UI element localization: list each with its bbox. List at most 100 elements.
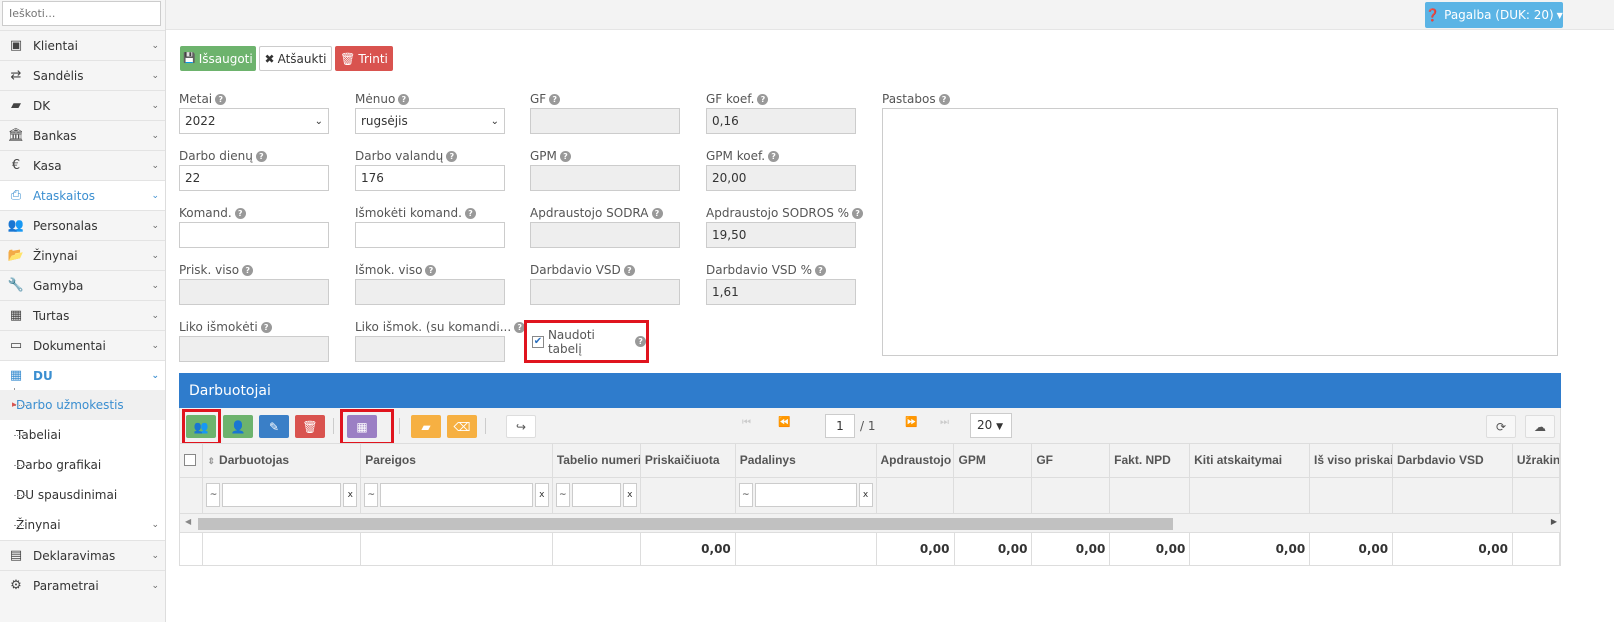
folder-open-icon: 📂: [7, 248, 25, 263]
column-header[interactable]: ⇕ Darbuotojas: [202, 444, 362, 478]
sidebar-subitem[interactable]: Žinynai ⌄: [0, 510, 165, 540]
filter-operator[interactable]: ~: [738, 483, 753, 508]
column-header[interactable]: Padalinys: [735, 444, 877, 478]
add-employee-button[interactable]: 👤: [223, 415, 253, 438]
column-header[interactable]: Užrakinta: [1512, 444, 1561, 478]
delete-row-button[interactable]: 🗑: [295, 415, 325, 438]
sidebar-item-turtas[interactable]: ▦ Turtas ⌄: [0, 300, 165, 330]
sidebar-item-du[interactable]: ▦ DU ⌄: [0, 360, 165, 390]
column-header[interactable]: Fakt. NPD: [1109, 444, 1191, 478]
delete-button[interactable]: 🗑 Trinti: [335, 46, 393, 71]
filter-cell: [180, 477, 204, 513]
use-timesheet-checkbox[interactable]: ✔ Naudoti tabelį?: [524, 320, 649, 363]
column-header[interactable]: Iš viso priskaičiuota: [1309, 444, 1393, 478]
filter-input[interactable]: [571, 483, 621, 508]
sidebar-subitem[interactable]: Darbo grafikai: [0, 450, 165, 480]
sidebar-item-dokumentai[interactable]: ▭ Dokumentai ⌄: [0, 330, 165, 360]
clear-filter-icon[interactable]: x: [858, 483, 873, 508]
chevron-down-icon: ⌄: [151, 310, 159, 321]
chevron-down-icon: ⌄: [151, 520, 159, 530]
page-input[interactable]: 1: [825, 414, 855, 438]
last-page-icon[interactable]: ⏭: [940, 417, 949, 428]
sidebar-subitem[interactable]: Tabeliai: [0, 420, 165, 450]
column-header[interactable]: Apdraustojo: [876, 444, 955, 478]
filter-cell: [1512, 477, 1561, 513]
sidebar-item-kasa[interactable]: € Kasa ⌄: [0, 150, 165, 180]
sidebar-item-sand-lis[interactable]: ⇄ Sandėlis ⌄: [0, 60, 165, 90]
sidebar-subitem[interactable]: ▸ Darbo užmokestis: [0, 390, 165, 420]
download-button[interactable]: ☁: [1525, 415, 1555, 438]
scroll-left-icon[interactable]: ◀: [185, 517, 191, 526]
sidebar-subitem[interactable]: DU spausdinimai: [0, 480, 165, 510]
share-button[interactable]: ↪: [506, 415, 536, 438]
chevron-down-icon: ⌄: [151, 580, 159, 591]
column-header[interactable]: Pareigos: [360, 444, 553, 478]
sidebar-item-klientai[interactable]: ▣ Klientai ⌄: [0, 30, 165, 60]
sidebar-item-dk[interactable]: ▰ DK ⌄: [0, 90, 165, 120]
help-icon: ?: [464, 208, 476, 219]
book-button[interactable]: ▰: [411, 415, 441, 438]
total-cell: 0,00: [640, 533, 736, 565]
filter-operator[interactable]: ~: [206, 483, 221, 508]
field-label: GPM?: [530, 149, 571, 163]
sidebar-item-personalas[interactable]: 👥 Personalas ⌄: [0, 210, 165, 240]
eraser-button[interactable]: ⌫: [447, 415, 477, 438]
highlight-box: [182, 409, 221, 445]
column-header[interactable]: Kiti atskaitymai: [1189, 444, 1310, 478]
select-field[interactable]: 2022 ⌄: [179, 108, 329, 134]
clear-filter-icon[interactable]: x: [534, 483, 549, 508]
filter-operator[interactable]: ~: [364, 483, 379, 508]
prev-page-icon[interactable]: ⏪: [778, 417, 790, 428]
cancel-button[interactable]: ✖ Atšaukti: [259, 46, 332, 71]
sidebar-item-deklaravimas[interactable]: ▤ Deklaravimas ⌄: [0, 540, 165, 570]
inbox-icon: ▭: [9, 338, 23, 353]
column-header[interactable]: [180, 444, 204, 478]
sidebar-item-ataskaitos[interactable]: ⎙ Ataskaitos ⌄: [0, 180, 165, 210]
clear-filter-icon[interactable]: x: [343, 483, 358, 508]
first-page-icon[interactable]: ⏮: [742, 417, 751, 428]
clear-filter-icon[interactable]: x: [622, 483, 637, 508]
wrench-icon: 🔧: [7, 278, 25, 293]
notes-textarea[interactable]: [882, 108, 1558, 356]
chevron-down-icon: ⌄: [151, 550, 159, 561]
column-header[interactable]: Darbdavio VSD: [1392, 444, 1513, 478]
page-size-select[interactable]: 20 ▼: [970, 413, 1012, 438]
input-field[interactable]: 22: [179, 165, 329, 191]
chevron-down-icon: ⌄: [151, 190, 159, 201]
field-label: Liko išmokėti?: [179, 320, 272, 334]
edit-button[interactable]: ✎: [259, 415, 289, 438]
input-field[interactable]: 176: [355, 165, 505, 191]
book-icon: ▰: [11, 98, 21, 113]
horizontal-scrollbar[interactable]: ◀ ▶: [180, 513, 1560, 533]
select-all-checkbox[interactable]: [184, 454, 196, 467]
pencil-icon: ✎: [268, 419, 280, 434]
next-page-icon[interactable]: ⏩: [905, 417, 917, 428]
sidebar-item-bankas[interactable]: 🏛 Bankas ⌄: [0, 120, 165, 150]
filter-cell: [876, 477, 955, 513]
sidebar-item--inynai[interactable]: 📂 Žinynai ⌄: [0, 240, 165, 270]
filter-input[interactable]: [754, 483, 857, 508]
input-field[interactable]: [355, 222, 505, 248]
filter-input[interactable]: [222, 483, 342, 508]
column-header[interactable]: Priskaičiuota: [640, 444, 736, 478]
help-button[interactable]: ❓ Pagalba (DUK: 20) ▼: [1425, 2, 1563, 28]
refresh-button[interactable]: ⟳: [1486, 415, 1516, 438]
grid-toolbar: 👥 👤 ✎ 🗑 ▦ ▰ ⌫ ↪ ⏮ ⏪ 1 / 1 ⏩ ⏭ 20 ▼ ⟳ ☁: [179, 408, 1561, 445]
scroll-right-icon[interactable]: ▶: [1551, 517, 1557, 526]
column-header[interactable]: Tabelio numeris: [552, 444, 641, 478]
select-field[interactable]: rugsėjis ⌄: [355, 108, 505, 134]
column-header[interactable]: GF: [1031, 444, 1111, 478]
help-icon: ?: [215, 94, 227, 105]
input-field[interactable]: [179, 222, 329, 248]
sidebar-item-gamyba[interactable]: 🔧 Gamyba ⌄: [0, 270, 165, 300]
save-button[interactable]: 💾 Išsaugoti: [180, 46, 256, 71]
column-header[interactable]: GPM: [953, 444, 1033, 478]
filter-input[interactable]: [380, 483, 533, 508]
checkbox-checked-icon[interactable]: ✔: [532, 335, 544, 348]
filter-operator[interactable]: ~: [555, 483, 570, 508]
scrollbar-thumb[interactable]: [198, 518, 1173, 530]
sidebar-item-parametrai[interactable]: ⚙ Parametrai ⌄: [0, 570, 165, 600]
save-icon: 💾: [183, 53, 196, 64]
field-label: Išmok. viso?: [355, 263, 437, 277]
search-input[interactable]: [2, 1, 161, 26]
